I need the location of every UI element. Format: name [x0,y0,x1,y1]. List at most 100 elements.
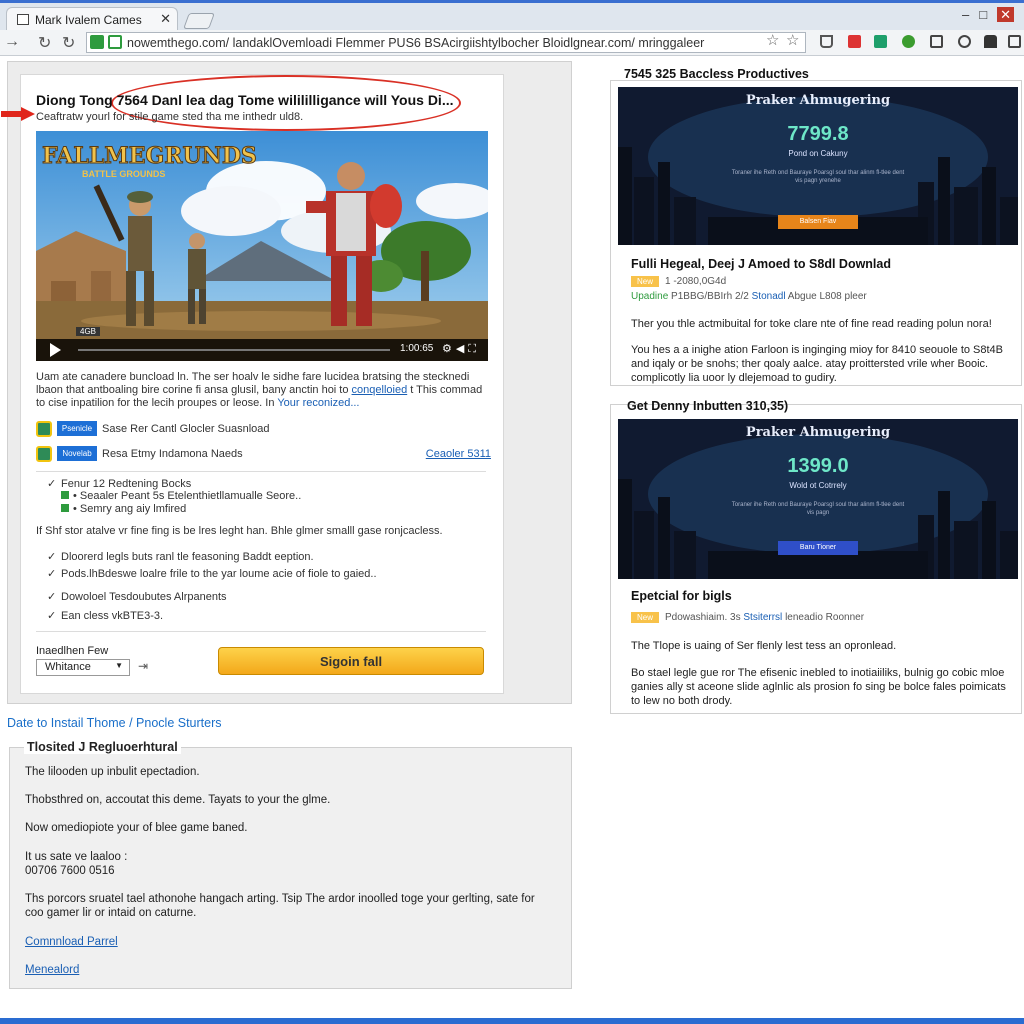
green-check-icon [61,491,69,499]
extension-circle-icon[interactable] [958,35,971,48]
check-icon: ✓ [47,551,57,563]
menu-icon[interactable] [1008,35,1021,48]
extension-red-icon[interactable] [848,35,861,48]
listing-paragraph: The Tlope is uaing of Ser flenly lest te… [631,640,897,652]
download-row: Psenicle Sase Rer Cantl Glocler Suasnloa… [36,420,491,438]
listing-meta-2: Upadine P1BBG/BBIrh 2/2 Stonadl Abgue L8… [631,291,867,302]
game-icon [36,421,52,437]
video-controls[interactable]: 4GB 1:00:65 ⚙◀⛶ [36,327,488,361]
bookmark-star-icon[interactable]: ☆ [766,31,779,49]
download-label: Resa Etmy Indamona Naeds [102,448,243,460]
video-time: 1:00:65 [400,343,434,354]
listing-meta: New Pdowashiaim. 3s Stsiterrsl leneadio R… [631,612,864,623]
guide-paragraph: Ths porcors sruatel tael athonohe hangac… [25,893,535,919]
sign-in-button[interactable]: Sigoin fall [218,647,484,675]
red-arrow-icon [1,107,35,121]
breadcrumb-item[interactable]: Pnocle Sturters [136,716,221,730]
close-tab-icon[interactable]: ✕ [160,11,171,27]
back-arrow-icon[interactable]: → [4,33,20,51]
browser-tab[interactable]: Mark Ivalem Cames ✕ [6,7,178,31]
window-controls[interactable]: –□ ✕ [962,7,1014,23]
check-text: Ean cless vkBTE3-3. [61,610,164,622]
meta-link[interactable]: Stsiterrsl [743,612,782,623]
download-badge-button[interactable]: Psenicle [57,421,97,436]
lock-icon[interactable] [820,35,833,48]
description-link-2[interactable]: Your reconized... [277,397,359,409]
listing-title[interactable]: Fulli Hegeal, Deej J Amoed to S8dl Downl… [631,257,891,271]
more-link[interactable]: Menealord [25,963,79,977]
quantity-select[interactable]: Whitance ▼ [36,659,130,676]
download-side-link[interactable]: Ceaoler 5311 [426,448,491,460]
product-listing[interactable]: Praker Ahmugering 7799.8 Pond on Cakuny … [610,80,1022,386]
section-heading: 7545 325 Baccless Productives [624,67,809,81]
guide-code: 00706 7600 0516 [25,865,115,877]
feature-item: • Semry ang aiy lmfired [61,503,186,515]
banner-subtitle: Wold ot Cotrrely [789,481,847,490]
check-icon: ✓ [47,568,57,580]
settings-icon[interactable]: ⚙ [442,343,456,355]
breadcrumb-item[interactable]: Date to Instail Thome [7,716,126,730]
download-row: Novelab Resa Etmy Indamona Naeds Ceaoler… [36,445,491,463]
meta-status: Upadine [631,291,669,302]
extension-green-icon[interactable] [874,35,887,48]
game-logo: FALLMEGRUNDS [42,143,257,169]
promo-banner[interactable]: Praker Ahmugering 7799.8 Pond on Cakuny … [618,87,1018,245]
note-text: If Shf stor atalve vr fine fing is be lr… [36,525,443,537]
meta-link[interactable]: Stonadl [752,291,786,302]
address-bar[interactable]: nowemthego.com/ landaklOvemloadi Flemmer… [86,32,806,53]
new-tab-button[interactable] [183,13,215,29]
reading-list-icon[interactable]: ☆ [786,31,799,49]
promo-banner[interactable]: Praker Ahmugering 1399.0 Wold ot Cotrrel… [618,419,1018,579]
video-icons[interactable]: ⚙◀⛶ [442,342,480,356]
browser-toolbar: → ↻ ↻ nowemthego.com/ landaklOvemloadi F… [0,30,1024,56]
feature-text: Fenur 12 Redtening Bocks [61,478,192,490]
listing-paragraph: You hes a a inighe ation Farloon is ingi… [631,344,1004,384]
description-link[interactable]: conqelloied [352,384,408,396]
guide-paragraph: It us sate ve laaloo : [25,851,128,863]
check-item: ✓ Pods.lhBdeswe loalre frile to the yar l… [47,567,377,580]
listing-paragraph: Bo stael legle gue ror The efisenic ineb… [631,667,1006,707]
banner-price: 1399.0 [787,455,849,477]
banner-button[interactable]: Baru Tioner [778,541,858,555]
url-text: nowemthego.com/ landaklOvemloadi Flemmer… [127,36,705,50]
guide-paragraph: The lilooden up inbulit epectadion. [25,766,200,778]
product-listing[interactable]: Get Denny Inbutten 310,35) Praker Ahmuge… [610,399,1022,714]
video-thumbnail: FALLMEGRUNDS BATTLE GROUNDS [36,131,488,361]
download-badge-button[interactable]: Novelab [57,446,97,461]
extension-puzzle-icon[interactable] [984,35,997,48]
banner-button[interactable]: Balsen Fiav [778,215,858,229]
feature-item: • Seaaler Peant 5s Etelenthietllamualle … [61,490,301,502]
video-player[interactable]: FALLMEGRUNDS BATTLE GROUNDS 4GB 1:00:65 … [36,131,488,361]
check-icon: ✓ [47,610,57,622]
meta-text: Pdowashiaim. 3s [665,612,744,623]
breadcrumb: Date to Instail Thome / Pnocle Sturters [7,716,222,730]
meta-text: 1 -2080,0G4d [665,276,727,287]
section-title: Tlosited J Regluoerhtural [24,740,181,754]
section-heading: Get Denny Inbutten 310,35) [627,399,789,413]
download-panel-link[interactable]: Comnnload Parrel [25,935,118,949]
install-guide-box: Tlosited J Regluoerhtural The lilooden u… [9,740,572,989]
meta-text: leneadio Roonner [782,612,865,623]
banner-price: 7799.8 [787,123,849,145]
guide-paragraph: Now omediopiote your of blee game baned. [25,822,248,834]
window-close-icon[interactable]: ✕ [997,7,1014,22]
volume-icon[interactable]: ◀ [456,343,468,355]
minimize-icon[interactable]: – [962,7,979,22]
maximize-icon[interactable]: □ [979,7,997,22]
extension-leaf-icon[interactable] [902,35,915,48]
product-card: Diong Tong 7564 Danl lea dag Tome wilili… [1,74,504,694]
shield-icon [108,35,122,49]
video-progress-track[interactable] [78,349,390,351]
chevron-down-icon: ▼ [115,661,123,670]
reload-icon[interactable]: ↻ [38,33,51,53]
new-badge: New [631,276,660,287]
extension-box-icon[interactable] [930,35,943,48]
guide-paragraph: Thobsthred on, accoutat this deme. Tayat… [25,794,331,806]
play-icon[interactable] [50,343,61,357]
listing-title[interactable]: Epetcial for bigls [631,589,732,603]
external-link-icon[interactable]: ⇥ [138,659,148,673]
refresh-icon[interactable]: ↻ [62,33,75,53]
banner-title: Praker Ahmugering [745,425,891,440]
fullscreen-icon[interactable]: ⛶ [468,343,480,355]
video-mini-label: 4GB [76,327,101,336]
